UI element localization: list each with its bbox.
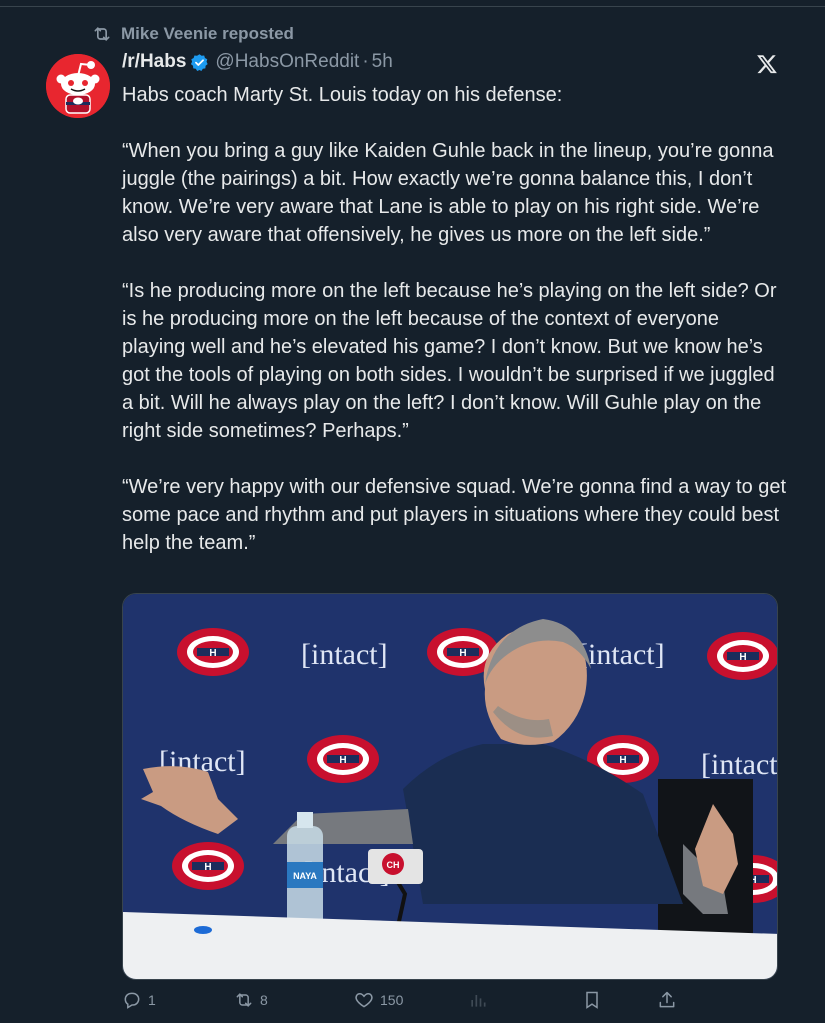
reply-button[interactable]: 1	[122, 990, 156, 1010]
author-name[interactable]: /r/Habs	[122, 51, 186, 73]
like-count: 150	[380, 992, 404, 1008]
tweet-text: Habs coach Marty St. Louis today on his …	[122, 84, 787, 554]
author-handle[interactable]: @HabsOnReddit	[215, 51, 359, 73]
tweet-header: /r/Habs @HabsOnReddit · 5h	[122, 51, 393, 73]
like-button[interactable]: 150	[354, 990, 403, 1010]
bookmark-button[interactable]	[582, 990, 602, 1010]
verified-badge-icon	[191, 53, 209, 71]
repost-context[interactable]: Mike Veenie reposted	[92, 24, 294, 44]
share-button[interactable]	[657, 990, 677, 1010]
avatar[interactable]	[46, 54, 110, 118]
sponsor-text: [intact]	[578, 638, 665, 671]
bookmark-icon	[586, 991, 598, 1009]
heart-icon	[355, 992, 373, 1008]
share-icon	[659, 991, 675, 1008]
reddit-snoo-avatar	[46, 54, 110, 118]
bottle-label: NAYA	[293, 871, 317, 881]
views-button[interactable]	[468, 990, 488, 1010]
tweet-actions: 1 8 150	[122, 990, 682, 1016]
views-icon	[471, 995, 486, 1007]
mic-flag-text: CH	[387, 860, 400, 870]
x-logo-icon[interactable]	[756, 53, 778, 75]
repost-button[interactable]: 8	[234, 990, 268, 1010]
water-bottle: NAYA	[287, 812, 323, 936]
press-conference-photo: H [intact] [intact] [intact] [intact] [i…	[123, 594, 778, 979]
tweet-photo[interactable]: H [intact] [intact] [intact] [intact] [i…	[122, 593, 778, 980]
divider	[0, 6, 825, 7]
repost-icon	[94, 27, 110, 41]
repost-label: Mike Veenie reposted	[121, 24, 294, 43]
timestamp[interactable]: 5h	[372, 51, 393, 73]
repost-count: 8	[260, 992, 268, 1008]
sponsor-text: [intact]	[301, 638, 388, 671]
sponsor-text: [intact]	[701, 748, 778, 781]
reply-icon	[124, 992, 140, 1009]
repost-icon	[236, 993, 252, 1007]
separator: ·	[362, 51, 369, 72]
reply-count: 1	[148, 992, 156, 1008]
